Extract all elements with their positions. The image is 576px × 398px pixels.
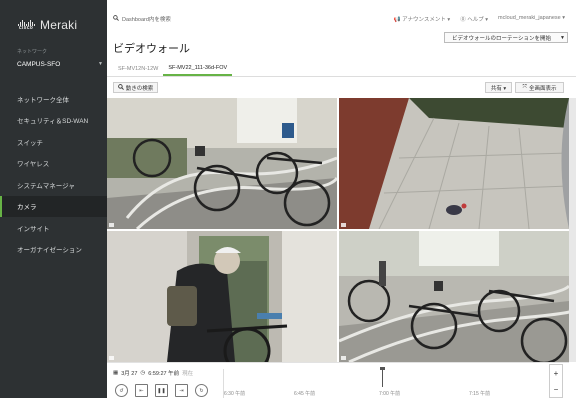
calendar-icon: ▦ [113, 369, 119, 376]
timeline-label: 7:15 午前 [469, 391, 491, 397]
camera-feed-4[interactable] [339, 231, 569, 362]
playback-date: 3月 27 [121, 370, 138, 377]
chevron-down-icon: ▼ [560, 34, 565, 41]
meraki-wordmark: Meraki [40, 18, 78, 32]
skip-back-icon[interactable]: ⇤ [135, 384, 148, 397]
pause-icon[interactable]: ❚❚ [155, 384, 168, 397]
help-icon: ⓪ [460, 17, 466, 23]
help-label: ヘルプ ▾ [467, 17, 489, 23]
sidebar-item-label: スイッチ [17, 139, 43, 147]
sidebar: cisco Meraki ネットワーク CAMPUS-SFO ▼ ネットワーク全… [0, 0, 107, 398]
sidebar-item-organization[interactable]: オーガナイゼーション [0, 239, 107, 261]
tile-menu-icon[interactable] [109, 356, 114, 360]
date-time-picker[interactable]: ▦ 3月 27 ◷ 6:59:27 午前 現在 [113, 367, 193, 378]
sidebar-item-label: システムマネージャ [17, 182, 75, 190]
start-rotation-button[interactable]: ビデオウォールのローテーションを開始 [444, 32, 559, 43]
chevron-down-icon: ▼ [98, 61, 103, 67]
camera-feed-2[interactable] [339, 98, 569, 229]
rotation-dropdown-button[interactable]: ▼ [558, 32, 568, 43]
fullscreen-icon: ⤧ [522, 84, 527, 90]
sidebar-item-switch[interactable]: スイッチ [0, 131, 107, 153]
timeline-label: 6:45 午前 [294, 391, 316, 397]
zoom-out-icon[interactable]: − [554, 385, 559, 394]
search-icon [113, 15, 119, 23]
sidebar-item-label: セキュリティ＆SD-WAN [17, 118, 89, 126]
tab-sf-mv22[interactable]: SF-MV22_111-36d-FOV [163, 61, 233, 76]
live-button[interactable]: 現在 [182, 369, 193, 377]
cisco-wordmark: cisco [18, 25, 34, 31]
header-links: 📢 アナウンスメント ▾ ⓪ ヘルプ ▾ mcloud_meraki_japan… [394, 15, 565, 23]
search-icon [117, 83, 124, 92]
tile-menu-icon[interactable] [109, 223, 114, 227]
motion-search-button[interactable]: 動きの検索 [113, 82, 158, 93]
timeline-label: 6:30 午前 [224, 391, 246, 397]
announcements-link[interactable]: 📢 アナウンスメント ▾ [394, 15, 450, 23]
page-title: ビデオウォール [113, 43, 190, 55]
sidebar-item-label: インサイト [17, 225, 50, 233]
playback-controls: ▦ 3月 27 ◷ 6:59:27 午前 現在 ↺ ⇤ ❚❚ ⇥ ↻ 6:30 … [107, 362, 569, 398]
tile-menu-icon[interactable] [341, 356, 346, 360]
share-button[interactable]: 共有 ▾ [485, 82, 512, 93]
clock-icon: ◷ [140, 369, 146, 376]
top-bar: Dashboard内を検索 📢 アナウンスメント ▾ ⓪ ヘルプ ▾ mclou… [107, 12, 576, 26]
search-placeholder: Dashboard内を検索 [122, 17, 171, 23]
sidebar-item-label: カメラ [17, 204, 37, 212]
sidebar-item-label: オーガナイゼーション [17, 247, 82, 255]
timeline-label: 7:00 午前 [379, 391, 401, 397]
video-wall-tabs: SF-MV12N-12W SF-MV22_111-36d-FOV [107, 61, 576, 77]
scrollbar[interactable] [569, 98, 576, 362]
playback-buttons: ↺ ⇤ ❚❚ ⇥ ↻ [115, 384, 208, 397]
video-grid [107, 98, 569, 362]
announcements-label: アナウンスメント ▾ [402, 17, 451, 23]
cisco-logo-icon: cisco [17, 19, 35, 31]
sidebar-item-label: ネットワーク全体 [17, 96, 69, 104]
timeline-zoom: + − [549, 364, 563, 398]
sidebar-item-security-sdwan[interactable]: セキュリティ＆SD-WAN [0, 110, 107, 132]
playback-time: 6:59:27 午前 [148, 370, 180, 377]
sidebar-item-cameras[interactable]: カメラ [0, 195, 107, 217]
tab-sf-mv12n[interactable]: SF-MV12N-12W [113, 61, 163, 76]
skip-forward-icon[interactable]: ⇥ [175, 384, 188, 397]
fullscreen-label: 全画面表示 [528, 85, 557, 92]
sidebar-menu: ネットワーク全体 セキュリティ＆SD-WAN スイッチ ワイヤレス システムマネ… [0, 88, 107, 260]
megaphone-icon: 📢 [393, 17, 401, 23]
rewind-10-icon[interactable]: ↺ [115, 384, 128, 397]
network-selector-value: CAMPUS-SFO [17, 60, 61, 68]
timeline-playhead[interactable] [380, 367, 385, 387]
sidebar-item-insight[interactable]: インサイト [0, 217, 107, 239]
help-link[interactable]: ⓪ ヘルプ ▾ [460, 15, 488, 23]
user-menu[interactable]: mcloud_meraki_japanese ▾ [498, 15, 565, 23]
sidebar-item-label: ワイヤレス [17, 161, 50, 169]
tile-menu-icon[interactable] [341, 223, 346, 227]
timeline[interactable]: 6:30 午前 6:45 午前 7:00 午前 7:15 午前 [223, 367, 553, 398]
app-root: cisco Meraki ネットワーク CAMPUS-SFO ▼ ネットワーク全… [0, 0, 576, 398]
forward-10-icon[interactable]: ↻ [195, 384, 208, 397]
dashboard-search[interactable]: Dashboard内を検索 [113, 15, 171, 23]
sidebar-item-systems-manager[interactable]: システムマネージャ [0, 174, 107, 196]
camera-feed-1[interactable] [107, 98, 337, 229]
motion-search-label: 動きの検索 [125, 85, 154, 92]
network-selector[interactable]: CAMPUS-SFO ▼ [17, 58, 103, 70]
network-label: ネットワーク [17, 49, 48, 55]
fullscreen-button[interactable]: ⤧ 全画面表示 [515, 82, 564, 93]
camera-feed-3[interactable] [107, 231, 337, 362]
zoom-in-icon[interactable]: + [554, 369, 559, 378]
sidebar-item-wireless[interactable]: ワイヤレス [0, 153, 107, 175]
cisco-meraki-logo[interactable]: cisco Meraki [17, 18, 77, 32]
sidebar-item-network-wide[interactable]: ネットワーク全体 [0, 88, 107, 110]
